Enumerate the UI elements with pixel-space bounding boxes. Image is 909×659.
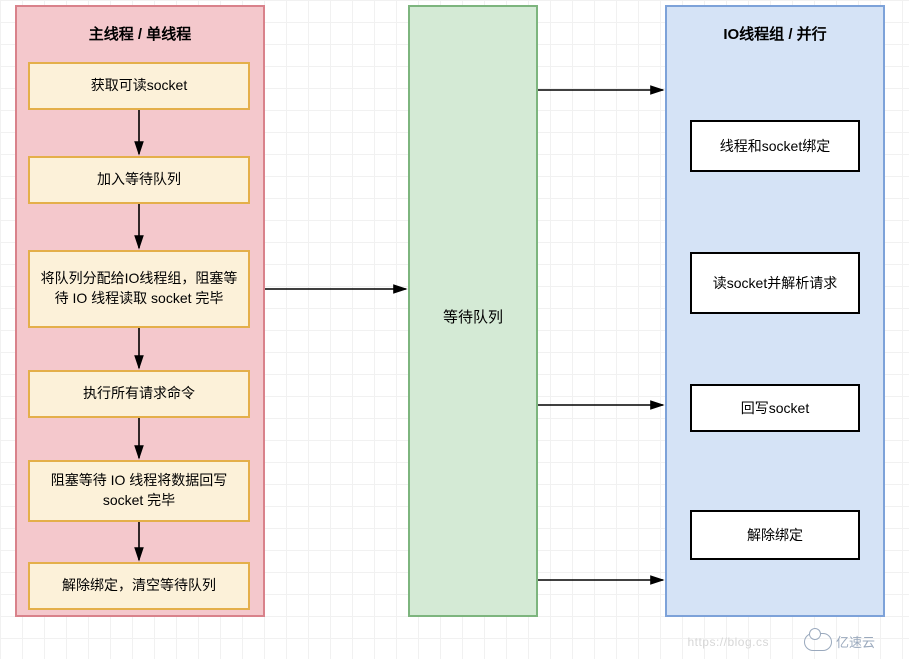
step-dispatch-block-read: 将队列分配给IO线程组，阻塞等待 IO 线程读取 socket 完毕 — [28, 250, 250, 328]
io-read-parse: 读socket并解析请求 — [690, 252, 860, 314]
diagram-stage: 主线程 / 单线程 等待队列 IO线程组 / 并行 获取可读socket 加入等… — [0, 0, 909, 659]
cloud-icon — [804, 633, 832, 651]
step-block-writeback: 阻塞等待 IO 线程将数据回写 socket 完毕 — [28, 460, 250, 522]
watermark-url: https://blog.cs — [687, 635, 769, 649]
watermark-brand: 亿速云 — [804, 632, 875, 651]
lane-main-title: 主线程 / 单线程 — [17, 23, 263, 44]
lane-queue: 等待队列 — [408, 5, 538, 617]
step-enqueue: 加入等待队列 — [28, 156, 250, 204]
step-execute-commands: 执行所有请求命令 — [28, 370, 250, 418]
lane-io-title: IO线程组 / 并行 — [667, 23, 883, 44]
io-write-socket: 回写socket — [690, 384, 860, 432]
watermark-brand-text: 亿速云 — [836, 632, 875, 651]
step-get-readable-socket: 获取可读socket — [28, 62, 250, 110]
io-unbind: 解除绑定 — [690, 510, 860, 560]
queue-label: 等待队列 — [443, 306, 503, 327]
io-bind-socket: 线程和socket绑定 — [690, 120, 860, 172]
step-unbind-clear: 解除绑定，清空等待队列 — [28, 562, 250, 610]
